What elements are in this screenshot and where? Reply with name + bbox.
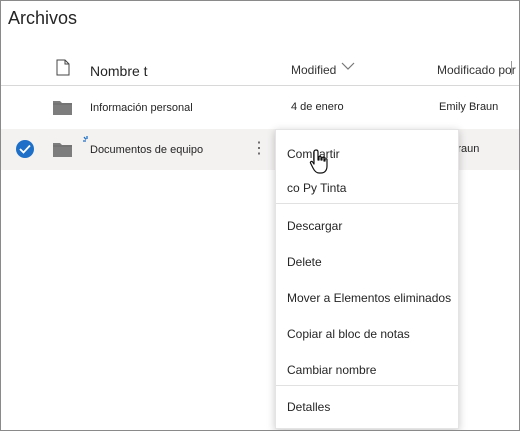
more-options-icon[interactable]: ⋮ [251,139,267,159]
menu-item-details[interactable]: Detalles [287,400,330,414]
column-header-row: Nombre t Modified Modificado por [1,51,519,86]
column-header-modified-by[interactable]: Modificado por [437,63,516,77]
menu-item-rename[interactable]: Cambiar nombre [287,363,376,377]
column-header-modified[interactable]: Modified [291,63,336,77]
item-modified: 4 de enero [291,101,344,113]
menu-divider [276,203,458,204]
menu-divider [276,385,458,386]
column-resize-handle[interactable] [511,61,512,75]
menu-item-move-to-recycle[interactable]: Mover a Elementos eliminados [287,291,451,305]
folder-icon [53,143,72,157]
list-item[interactable]: Información personal 4 de enero Emily Br… [1,87,519,128]
file-library-window: Archivos Nombre t Modified Modificado po… [0,0,520,431]
item-name[interactable]: Documentos de equipo [90,144,203,156]
chevron-down-icon[interactable] [341,61,355,71]
hand-pointer-cursor-icon [309,149,328,174]
file-type-icon[interactable] [56,59,70,76]
context-menu: Compartir co Py Tinta Descargar Delete M… [275,129,459,429]
item-modified-by: Emily Braun [439,101,499,113]
page-title: Archivos [8,8,78,28]
item-name[interactable]: Información personal [90,102,193,114]
menu-item-copy-link[interactable]: co Py Tinta [287,181,346,195]
selected-check-icon[interactable] [16,140,34,158]
folder-icon [53,101,72,115]
menu-item-download[interactable]: Descargar [287,219,342,233]
menu-item-copy-to-notebook[interactable]: Copiar al bloc de notas [287,327,410,341]
menu-item-delete[interactable]: Delete [287,255,322,269]
column-header-name[interactable]: Nombre t [90,63,148,79]
